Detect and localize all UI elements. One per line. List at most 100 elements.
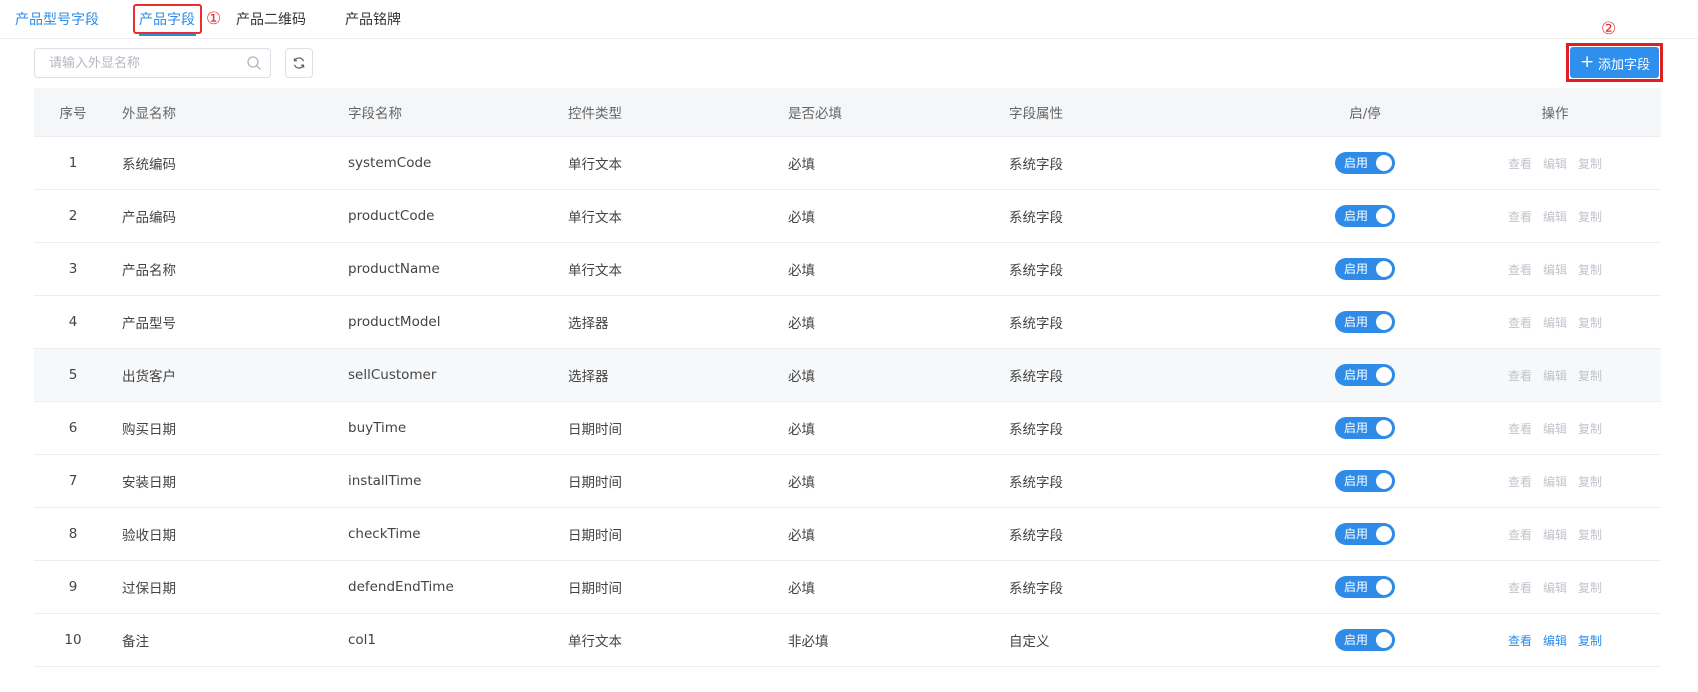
search-icon[interactable] bbox=[246, 55, 262, 71]
cell-no: 8 bbox=[68, 526, 78, 542]
cell-required: 必填 bbox=[788, 422, 815, 438]
view-button[interactable]: 查看 bbox=[1508, 579, 1532, 596]
edit-button[interactable]: 编辑 bbox=[1543, 579, 1567, 596]
cell-display-name: 产品名称 bbox=[122, 263, 176, 279]
copy-button[interactable]: 复制 bbox=[1578, 420, 1602, 437]
view-button[interactable]: 查看 bbox=[1508, 314, 1532, 331]
copy-button[interactable]: 复制 bbox=[1578, 526, 1602, 543]
table-row: 4 产品型号 productModel 选择器 必填 系统字段 启用 查看 编辑 复制 bbox=[34, 296, 1661, 349]
copy-button[interactable]: 复制 bbox=[1578, 632, 1602, 649]
cell-required: 必填 bbox=[788, 157, 815, 173]
enable-toggle[interactable]: 启用 bbox=[1335, 417, 1395, 439]
enable-toggle[interactable]: 启用 bbox=[1335, 470, 1395, 492]
table-row: 2 产品编码 productCode 单行文本 必填 系统字段 启用 查看 编辑 复制 bbox=[34, 190, 1661, 243]
cell-required: 必填 bbox=[788, 475, 815, 491]
cell-actions: 查看 编辑 复制 bbox=[1484, 349, 1626, 401]
header-actions: 操作 bbox=[1541, 106, 1569, 122]
cell-enable: 启用 bbox=[1305, 296, 1425, 348]
copy-button[interactable]: 复制 bbox=[1578, 473, 1602, 490]
cell-field-name: defendEndTime bbox=[348, 579, 454, 595]
table-row: 7 安装日期 installTime 日期时间 必填 系统字段 启用 查看 编辑 复制 bbox=[34, 455, 1661, 508]
copy-button[interactable]: 复制 bbox=[1578, 155, 1602, 172]
toggle-label: 启用 bbox=[1344, 209, 1369, 223]
cell-control-type: 单行文本 bbox=[568, 634, 622, 650]
edit-button[interactable]: 编辑 bbox=[1543, 155, 1567, 172]
cell-no: 2 bbox=[68, 208, 78, 224]
toggle-label: 启用 bbox=[1344, 580, 1369, 594]
cell-enable: 启用 bbox=[1305, 508, 1425, 560]
enable-toggle[interactable]: 启用 bbox=[1335, 152, 1395, 174]
view-button[interactable]: 查看 bbox=[1508, 261, 1532, 278]
cell-no: 6 bbox=[68, 420, 78, 436]
refresh-button[interactable] bbox=[285, 48, 313, 78]
cell-control-type: 单行文本 bbox=[568, 157, 622, 173]
cell-display-name: 验收日期 bbox=[122, 528, 176, 544]
toggle-knob bbox=[1376, 420, 1392, 436]
edit-button[interactable]: 编辑 bbox=[1543, 261, 1567, 278]
cell-actions: 查看 编辑 复制 bbox=[1484, 455, 1626, 507]
add-field-button[interactable]: + 添加字段 bbox=[1570, 47, 1659, 78]
view-button[interactable]: 查看 bbox=[1508, 208, 1532, 225]
enable-toggle[interactable]: 启用 bbox=[1335, 523, 1395, 545]
toggle-knob bbox=[1376, 367, 1392, 383]
cell-no: 9 bbox=[68, 579, 78, 595]
search-box bbox=[34, 48, 271, 78]
table-row: 6 购买日期 buyTime 日期时间 必填 系统字段 启用 查看 编辑 复制 bbox=[34, 402, 1661, 455]
copy-button[interactable]: 复制 bbox=[1578, 579, 1602, 596]
copy-button[interactable]: 复制 bbox=[1578, 314, 1602, 331]
copy-button[interactable]: 复制 bbox=[1578, 261, 1602, 278]
tab-product-nameplate[interactable]: 产品铭牌 bbox=[345, 9, 401, 29]
cell-no: 3 bbox=[68, 261, 78, 277]
cell-display-name: 产品编码 bbox=[122, 210, 176, 226]
copy-button[interactable]: 复制 bbox=[1578, 367, 1602, 384]
view-button[interactable]: 查看 bbox=[1508, 632, 1532, 649]
header-display-name: 外显名称 bbox=[122, 106, 176, 122]
tab-product-model-fields[interactable]: 产品型号字段 bbox=[15, 9, 99, 29]
cell-actions: 查看 编辑 复制 bbox=[1484, 561, 1626, 613]
view-button[interactable]: 查看 bbox=[1508, 526, 1532, 543]
edit-button[interactable]: 编辑 bbox=[1543, 208, 1567, 225]
cell-field-attr: 系统字段 bbox=[1009, 581, 1063, 597]
cell-actions: 查看 编辑 复制 bbox=[1484, 243, 1626, 295]
enable-toggle[interactable]: 启用 bbox=[1335, 576, 1395, 598]
cell-required: 非必填 bbox=[788, 634, 829, 650]
view-button[interactable]: 查看 bbox=[1508, 473, 1532, 490]
copy-button[interactable]: 复制 bbox=[1578, 208, 1602, 225]
cell-field-name: installTime bbox=[348, 473, 422, 489]
cell-control-type: 日期时间 bbox=[568, 581, 622, 597]
cell-control-type: 日期时间 bbox=[568, 422, 622, 438]
toggle-knob bbox=[1376, 261, 1392, 277]
cell-field-name: productCode bbox=[348, 208, 435, 224]
view-button[interactable]: 查看 bbox=[1508, 367, 1532, 384]
edit-button[interactable]: 编辑 bbox=[1543, 367, 1567, 384]
enable-toggle[interactable]: 启用 bbox=[1335, 258, 1395, 280]
annotation-marker-1: ① bbox=[206, 9, 222, 29]
cell-display-name: 安装日期 bbox=[122, 475, 176, 491]
enable-toggle[interactable]: 启用 bbox=[1335, 629, 1395, 651]
edit-button[interactable]: 编辑 bbox=[1543, 632, 1567, 649]
cell-field-name: sellCustomer bbox=[348, 367, 437, 383]
annotation-marker-2: ② bbox=[1601, 19, 1617, 39]
search-input[interactable] bbox=[35, 49, 249, 77]
tab-product-qrcode[interactable]: 产品二维码 bbox=[236, 9, 306, 29]
cell-actions: 查看 编辑 复制 bbox=[1484, 508, 1626, 560]
tab-product-fields[interactable]: 产品字段 bbox=[139, 9, 195, 29]
cell-actions: 查看 编辑 复制 bbox=[1484, 190, 1626, 242]
edit-button[interactable]: 编辑 bbox=[1543, 526, 1567, 543]
cell-display-name: 备注 bbox=[122, 634, 149, 650]
edit-button[interactable]: 编辑 bbox=[1543, 420, 1567, 437]
view-button[interactable]: 查看 bbox=[1508, 420, 1532, 437]
enable-toggle[interactable]: 启用 bbox=[1335, 205, 1395, 227]
cell-display-name: 产品型号 bbox=[122, 316, 176, 332]
cell-control-type: 单行文本 bbox=[568, 263, 622, 279]
edit-button[interactable]: 编辑 bbox=[1543, 314, 1567, 331]
cell-field-attr: 系统字段 bbox=[1009, 157, 1063, 173]
enable-toggle[interactable]: 启用 bbox=[1335, 311, 1395, 333]
cell-enable: 启用 bbox=[1305, 190, 1425, 242]
header-field-attr: 字段属性 bbox=[1009, 106, 1063, 122]
cell-actions: 查看 编辑 复制 bbox=[1484, 296, 1626, 348]
view-button[interactable]: 查看 bbox=[1508, 155, 1532, 172]
edit-button[interactable]: 编辑 bbox=[1543, 473, 1567, 490]
cell-required: 必填 bbox=[788, 581, 815, 597]
enable-toggle[interactable]: 启用 bbox=[1335, 364, 1395, 386]
